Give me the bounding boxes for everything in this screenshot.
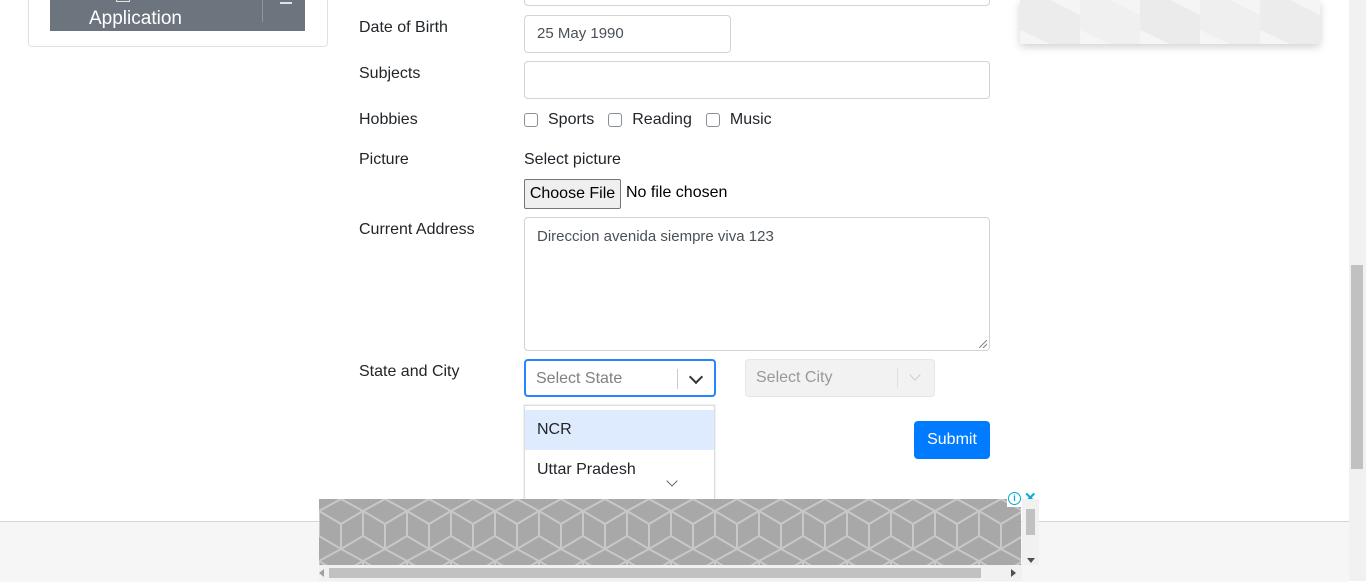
page-scroll-thumb[interactable] [1351, 265, 1363, 469]
city-placeholder: Select City [756, 369, 833, 386]
dob-label: Date of Birth [359, 19, 448, 36]
ad-vertical-scroll-thumb[interactable] [1026, 509, 1035, 535]
current-address-textarea[interactable]: Direccion avenida siempre viva 123 [524, 217, 990, 351]
hobby-sports-label[interactable]: Sports [548, 111, 594, 129]
subjects-input[interactable] [524, 61, 990, 99]
sidebar-divider [262, 0, 263, 22]
scroll-down-arrow-icon[interactable] [1027, 558, 1035, 563]
chevron-down-icon[interactable] [688, 369, 704, 385]
city-select[interactable]: Select City [745, 359, 935, 397]
picture-label: Picture [359, 151, 409, 168]
ad-banner-bottom[interactable]: i ✕ [319, 490, 1039, 581]
state-option-ncr[interactable]: NCR [525, 410, 714, 450]
hobby-sports-checkbox[interactable] [524, 113, 538, 127]
current-address-value: Direccion avenida siempre viva 123 [537, 228, 774, 245]
ad-info-icon[interactable]: i [1008, 492, 1021, 505]
scroll-left-arrow-icon[interactable] [319, 569, 324, 577]
email-field[interactable] [524, 0, 990, 6]
chevron-down-icon [909, 369, 921, 381]
ad-banner-right[interactable] [1020, 0, 1320, 44]
state-dropdown-menu: NCR Uttar Pradesh [524, 405, 715, 505]
state-select[interactable]: Select State [524, 359, 716, 397]
current-address-label: Current Address [359, 221, 475, 238]
state-placeholder: Select State [536, 370, 623, 387]
ad-pattern [1020, 0, 1320, 44]
document-icon [116, 0, 130, 2]
scroll-right-arrow-icon[interactable] [1011, 569, 1016, 577]
subjects-label: Subjects [359, 65, 421, 82]
state-city-label: State and City [359, 363, 460, 380]
hobby-music-label[interactable]: Music [730, 111, 772, 129]
submit-button[interactable]: Submit [914, 421, 990, 459]
select-separator [897, 368, 898, 388]
ad-vertical-scrollbar[interactable] [1022, 499, 1039, 565]
sidebar-item-application[interactable]: Application [50, 0, 305, 31]
resize-handle-icon[interactable] [979, 340, 987, 348]
collapse-icon[interactable] [280, 0, 292, 4]
sidebar-item-label: Application [89, 8, 182, 29]
hobbies-group: Sports Reading Music [524, 110, 786, 130]
hobby-reading-checkbox[interactable] [608, 113, 623, 127]
choose-file-button[interactable]: Choose File [524, 179, 621, 209]
state-option-uttar-pradesh[interactable]: Uttar Pradesh [525, 450, 714, 490]
select-separator [677, 369, 678, 389]
select-picture-text: Select picture [524, 151, 621, 168]
dob-input[interactable]: 25 May 1990 [524, 15, 731, 53]
hobby-music-checkbox[interactable] [705, 113, 720, 127]
hobbies-label: Hobbies [359, 111, 418, 128]
ad-horizontal-scrollbar[interactable] [319, 565, 1022, 581]
ad-horizontal-scroll-thumb[interactable] [329, 568, 981, 578]
file-status: No file chosen [626, 184, 728, 201]
hobby-reading-label[interactable]: Reading [632, 111, 692, 129]
ad-pattern [319, 499, 1021, 565]
